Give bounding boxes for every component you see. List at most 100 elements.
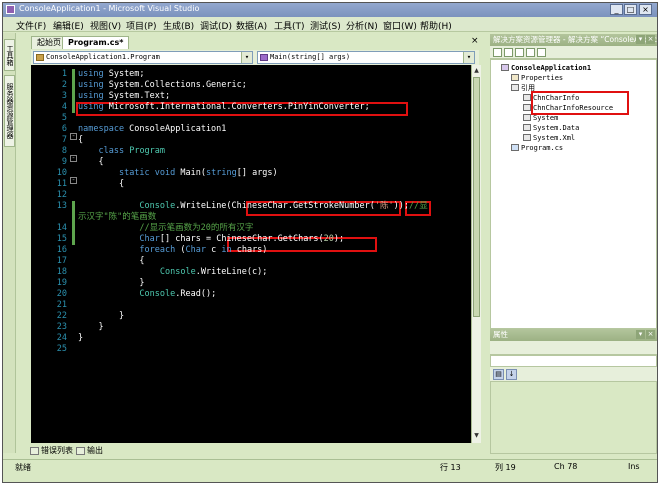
code-line[interactable]: 9 { xyxy=(31,157,471,168)
scroll-up-icon[interactable]: ▲ xyxy=(473,66,480,75)
properties-object-select[interactable] xyxy=(490,355,657,367)
code-text: } xyxy=(78,333,84,343)
reference-icon xyxy=(523,124,531,131)
tree-node-project[interactable]: ConsoleApplication1 xyxy=(501,63,591,73)
server-explorer-tab[interactable]: 服务器资源管理器 xyxy=(4,75,15,147)
menu-bar: 文件(F) 编辑(E) 视图(V) 项目(P) 生成(B) 调试(D) 数据(A… xyxy=(3,17,657,32)
menu-view[interactable]: 视图(V) xyxy=(90,19,121,32)
tree-node-system-xml[interactable]: System.Xml xyxy=(523,133,575,143)
code-line[interactable]: 14 //显示笔画数为20的所有汉字 xyxy=(31,223,471,234)
editor-scrollbar[interactable]: ▲ ▼ xyxy=(471,65,481,443)
code-line[interactable]: 2 using System.Collections.Generic; xyxy=(31,80,471,91)
error-list-tab[interactable]: 错误列表 xyxy=(29,446,73,457)
scrollbar-thumb[interactable] xyxy=(473,77,480,317)
code-line[interactable]: 示汉字"陈"的笔画数 xyxy=(31,212,471,223)
code-text: foreach (Char c in chars) xyxy=(139,245,268,255)
menu-help[interactable]: 帮助(H) xyxy=(420,19,452,32)
line-number: 8 xyxy=(61,146,67,156)
code-line[interactable]: 12 xyxy=(31,190,471,201)
type-combo[interactable]: ConsoleApplication1.Program ▾ xyxy=(33,51,253,64)
code-text: using Microsoft.International.Converters… xyxy=(78,102,370,112)
code-line[interactable]: 19 } xyxy=(31,278,471,289)
code-line[interactable]: 4 using Microsoft.International.Converter… xyxy=(31,102,471,113)
menu-analyze[interactable]: 分析(N) xyxy=(346,19,378,32)
title-bar: ConsoleApplication1 - Microsoft Visual S… xyxy=(3,3,657,17)
properties-grid[interactable] xyxy=(490,381,657,454)
line-number: 25 xyxy=(56,344,67,354)
minimize-button[interactable]: _ xyxy=(610,4,623,15)
code-line[interactable]: 24} xyxy=(31,333,471,344)
code-line[interactable]: 21 xyxy=(31,300,471,311)
toolbox-tab[interactable]: 工具箱 xyxy=(4,39,15,71)
line-number: 24 xyxy=(56,333,67,343)
solution-explorer-title-text: 解决方案资源管理器 - 解决方案 “ConsoleApplication1”(1… xyxy=(493,35,657,44)
code-line[interactable]: 3 using System.Text; xyxy=(31,91,471,102)
pin-icon[interactable]: ▾ xyxy=(636,35,645,44)
menu-window[interactable]: 窗口(W) xyxy=(383,19,417,32)
code-line[interactable]: 8 class Program xyxy=(31,146,471,157)
close-button[interactable]: × xyxy=(639,4,652,15)
tab-program-cs[interactable]: Program.cs* xyxy=(62,36,130,49)
code-line[interactable]: 25 xyxy=(31,344,471,355)
tree-node-program-cs[interactable]: Program.cs xyxy=(511,143,563,153)
tree-node-system-data[interactable]: System.Data xyxy=(523,123,579,133)
code-line[interactable]: 17 { xyxy=(31,256,471,267)
properties-panel: 属性 ▾ × ▤ ↓ xyxy=(490,329,657,454)
code-line[interactable]: 1 using System; xyxy=(31,69,471,80)
menu-file[interactable]: 文件(F) xyxy=(16,19,46,32)
output-label: 输出 xyxy=(87,446,103,455)
highlight-added-references xyxy=(531,91,629,115)
properties-icon[interactable] xyxy=(493,48,502,57)
tree-node-properties[interactable]: Properties xyxy=(511,73,563,83)
line-number: 11 xyxy=(56,179,67,189)
show-all-files-icon[interactable] xyxy=(504,48,513,57)
maximize-button[interactable]: □ xyxy=(624,4,637,15)
window-title: ConsoleApplication1 - Microsoft Visual S… xyxy=(19,4,200,13)
scroll-down-icon[interactable]: ▼ xyxy=(473,431,480,440)
code-line[interactable]: 7{ xyxy=(31,135,471,146)
chevron-down-icon[interactable]: ▾ xyxy=(463,52,474,63)
line-number: 1 xyxy=(61,69,67,79)
menu-tools[interactable]: 工具(T) xyxy=(274,19,305,32)
code-text: { xyxy=(78,179,125,189)
solution-explorer-panel: 解决方案资源管理器 - 解决方案 “ConsoleApplication1”(1… xyxy=(490,34,657,454)
code-line[interactable]: 22 } xyxy=(31,311,471,322)
code-text: 示汉字"陈"的笔画数 xyxy=(78,212,157,222)
code-text: { xyxy=(78,256,145,266)
member-combo[interactable]: Main(string[] args) ▾ xyxy=(257,51,475,64)
output-tab[interactable]: 输出 xyxy=(75,446,103,457)
code-line[interactable]: 15 Char[] chars = ChineseChar.GetChars(2… xyxy=(31,234,471,245)
pin-icon[interactable]: ▾ xyxy=(636,330,645,339)
menu-project[interactable]: 项目(P) xyxy=(126,19,156,32)
menu-data[interactable]: 数据(A) xyxy=(236,19,267,32)
code-line[interactable]: 6 namespace ConsoleApplication1 xyxy=(31,124,471,135)
code-line[interactable]: 16 foreach (Char c in chars) xyxy=(31,245,471,256)
code-line[interactable]: 18 Console.WriteLine(c); xyxy=(31,267,471,278)
menu-test[interactable]: 测试(S) xyxy=(310,19,341,32)
reference-icon xyxy=(523,114,531,121)
solution-tree[interactable]: ConsoleApplication1 Properties 引用 ChnCha… xyxy=(490,59,657,329)
menu-debug[interactable]: 调试(D) xyxy=(200,19,232,32)
code-line[interactable]: 5 xyxy=(31,113,471,124)
status-insert-mode: Ins xyxy=(628,462,640,471)
code-line[interactable]: 11 { xyxy=(31,179,471,190)
visual-studio-icon xyxy=(6,5,15,14)
categorized-icon[interactable]: ▤ xyxy=(493,369,504,380)
code-line[interactable]: 10 static void Main(string[] args) xyxy=(31,168,471,179)
menu-build[interactable]: 生成(B) xyxy=(163,19,194,32)
close-panel-icon[interactable]: × xyxy=(646,35,655,44)
view-code-icon[interactable] xyxy=(526,48,535,57)
menu-edit[interactable]: 编辑(E) xyxy=(53,19,84,32)
code-line[interactable]: 20 Console.Read(); xyxy=(31,289,471,300)
close-document-icon[interactable]: × xyxy=(471,36,479,46)
code-line[interactable]: 13 Console.WriteLine(ChineseChar.GetStro… xyxy=(31,201,471,212)
chevron-down-icon[interactable]: ▾ xyxy=(241,52,252,63)
line-number: 6 xyxy=(61,124,67,134)
alphabetical-icon[interactable]: ↓ xyxy=(506,369,517,380)
refresh-icon[interactable] xyxy=(515,48,524,57)
close-panel-icon[interactable]: × xyxy=(646,330,655,339)
code-editor[interactable]: - - - 1 using System; 2 using System.Collec… xyxy=(31,65,471,443)
view-designer-icon[interactable] xyxy=(537,48,546,57)
code-text: { xyxy=(78,157,104,167)
code-line[interactable]: 23 } xyxy=(31,322,471,333)
